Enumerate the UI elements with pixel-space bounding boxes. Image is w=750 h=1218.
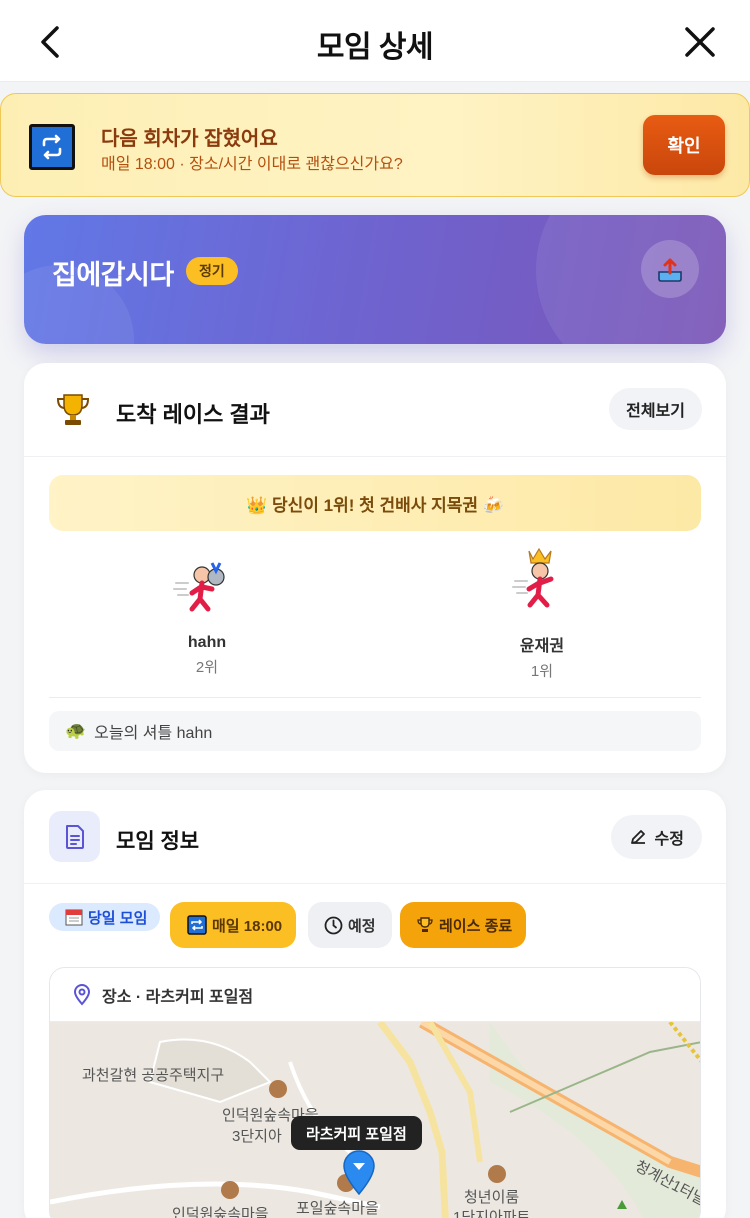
clock-icon bbox=[324, 916, 343, 934]
race-card-header: 도착 레이스 결과 전체보기 bbox=[24, 363, 726, 457]
trophy-icon bbox=[56, 394, 90, 425]
runner-rank: 1위 bbox=[530, 663, 554, 680]
document-icon bbox=[49, 811, 100, 862]
map-pin-label: 라츠커피 포일점 bbox=[291, 1116, 422, 1150]
group-info-card: 모임 정보 수정 당일 모임 매일 18:00 예정 레이스 종료 장소 · 라… bbox=[24, 790, 726, 1218]
race-result-card: 도착 레이스 결과 전체보기 👑 당신이 1위! 첫 건배사 지목권 🍻 hah… bbox=[24, 363, 726, 773]
edit-button[interactable]: 수정 bbox=[610, 815, 702, 859]
map-label: 포일숲속마을 bbox=[296, 1200, 379, 1217]
chip-schedule: 매일 18:00 bbox=[170, 902, 297, 948]
pencil-icon bbox=[630, 830, 645, 844]
edit-label: 수정 bbox=[654, 831, 684, 848]
shuttle-text: 오늘의 셔틀 hahn bbox=[94, 725, 213, 742]
chip-race-ended: 레이스 종료 bbox=[400, 902, 527, 948]
winner-banner: 👑 당신이 1위! 첫 건배사 지목권 🍻 bbox=[49, 475, 701, 531]
location-section: 장소 · 라츠커피 포일점 과천갈현 공공주택지구 인덕원숲속마을 3단지아 포… bbox=[49, 967, 701, 1218]
next-session-banner: 다음 회차가 잡혔어요 매일 18:00 · 장소/시간 이대로 괜찮으신가요?… bbox=[0, 93, 750, 197]
trophy-icon bbox=[417, 917, 433, 932]
info-chips: 당일 모임 매일 18:00 예정 레이스 종료 bbox=[49, 902, 709, 950]
view-all-button[interactable]: 전체보기 bbox=[609, 388, 702, 430]
location-map[interactable]: 과천갈현 공공주택지구 인덕원숲속마을 3단지아 포일숲속마을 인덕원숲속마을 … bbox=[50, 1022, 700, 1218]
map-label: 과천갈현 공공주택지구 bbox=[82, 1067, 225, 1084]
location-pin-icon bbox=[73, 983, 91, 1006]
share-icon bbox=[658, 258, 682, 282]
chip-status: 예정 bbox=[308, 902, 392, 948]
page-title: 모임 상세 bbox=[316, 31, 434, 64]
map-label: 청년이룸 bbox=[464, 1189, 520, 1206]
runner-medal-icon bbox=[173, 562, 225, 612]
map-pin-icon[interactable] bbox=[340, 1148, 378, 1196]
repeat-icon bbox=[29, 124, 75, 170]
location-header: 장소 · 라츠커피 포일점 bbox=[50, 968, 700, 1022]
regular-badge: 정기 bbox=[186, 257, 238, 285]
map-label: 3단지아 bbox=[232, 1128, 282, 1145]
map-label: 인덕원숲속마을 bbox=[172, 1206, 269, 1218]
calendar-icon bbox=[65, 909, 83, 926]
shuttle-info: 🐢 오늘의 셔틀 hahn bbox=[49, 711, 701, 751]
turtle-icon: 🐢 bbox=[65, 721, 87, 740]
top-app-bar: 모임 상세 bbox=[0, 0, 750, 82]
runner-crown-icon bbox=[512, 547, 554, 608]
location-label: 장소 · 라츠커피 포일점 bbox=[102, 988, 254, 1006]
info-card-header: 모임 정보 수정 bbox=[24, 790, 726, 884]
banner-title: 다음 회차가 잡혔어요 bbox=[101, 128, 278, 150]
banner-subtitle: 매일 18:00 · 장소/시간 이대로 괜찮으신가요? bbox=[101, 156, 403, 173]
share-button[interactable] bbox=[641, 240, 699, 298]
runner-rank: 2위 bbox=[195, 659, 219, 676]
map-label: 1단지아파트 bbox=[453, 1209, 531, 1218]
runner-second: hahn 2위 bbox=[107, 553, 307, 677]
race-card-title: 도착 레이스 결과 bbox=[116, 402, 270, 427]
runner-first: 윤재권 1위 bbox=[442, 547, 642, 681]
close-icon[interactable] bbox=[678, 20, 722, 64]
runner-name: 윤재권 bbox=[519, 638, 565, 655]
divider bbox=[49, 697, 701, 698]
confirm-button[interactable]: 확인 bbox=[643, 115, 725, 175]
group-name: 집에갑시다 bbox=[52, 260, 174, 290]
info-card-title: 모임 정보 bbox=[116, 830, 200, 853]
repeat-icon bbox=[187, 915, 207, 935]
group-hero-card: 집에갑시다 정기 bbox=[24, 215, 726, 344]
runner-name: hahn bbox=[187, 634, 227, 651]
decorative-circle bbox=[536, 215, 726, 344]
chip-same-day: 당일 모임 bbox=[49, 903, 161, 931]
